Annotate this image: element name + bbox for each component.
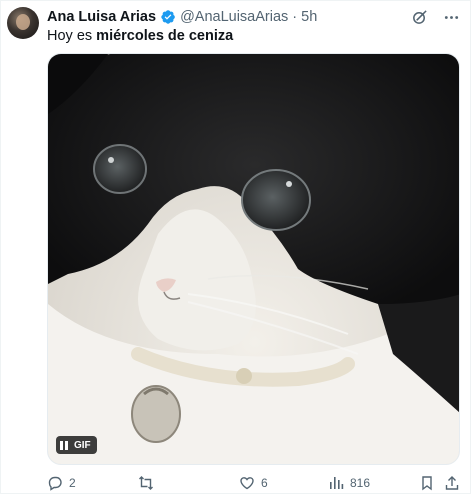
- grok-icon[interactable]: [410, 8, 428, 26]
- tweet-time[interactable]: 5h: [301, 9, 317, 25]
- tweet-text: Hoy es miércoles de ceniza: [47, 27, 233, 45]
- bookmark-button[interactable]: [419, 473, 435, 493]
- tweet-text-bold: miércoles de ceniza: [96, 28, 234, 44]
- tweet-text-regular: Hoy es: [47, 28, 97, 44]
- header-actions: [410, 7, 460, 27]
- author-handle[interactable]: @AnaLuisaArias: [180, 9, 288, 25]
- gif-media[interactable]: GIF: [47, 53, 460, 465]
- avatar[interactable]: [7, 7, 39, 39]
- share-icon: [445, 476, 459, 490]
- retweet-icon: [139, 476, 153, 490]
- tweet-actions: 2 6 816: [47, 473, 460, 493]
- like-icon: [240, 477, 254, 490]
- tweet-card[interactable]: Ana Luisa Arias @AnaLuisaArias · 5h Hoy …: [0, 0, 471, 494]
- views-icon: [330, 477, 344, 489]
- tweet-header: Ana Luisa Arias @AnaLuisaArias · 5h: [47, 7, 317, 27]
- verified-badge-icon: [160, 9, 176, 25]
- author-name[interactable]: Ana Luisa Arias: [47, 9, 156, 25]
- cat-gif-image: [48, 54, 459, 464]
- reply-button[interactable]: 2: [47, 473, 76, 493]
- pause-icon[interactable]: [60, 440, 68, 450]
- gif-label: GIF: [74, 439, 91, 451]
- reply-icon: [48, 476, 62, 491]
- bookmark-icon: [422, 476, 432, 491]
- share-button[interactable]: [444, 473, 460, 493]
- views-button[interactable]: 816: [328, 473, 370, 493]
- like-count: 6: [261, 476, 268, 490]
- gif-badge[interactable]: GIF: [56, 436, 97, 454]
- retweet-button[interactable]: [138, 473, 160, 493]
- separator-dot: ·: [292, 9, 298, 25]
- like-button[interactable]: 6: [239, 473, 268, 493]
- reply-count: 2: [69, 476, 76, 490]
- views-count: 816: [350, 476, 371, 490]
- more-icon[interactable]: [442, 8, 460, 26]
